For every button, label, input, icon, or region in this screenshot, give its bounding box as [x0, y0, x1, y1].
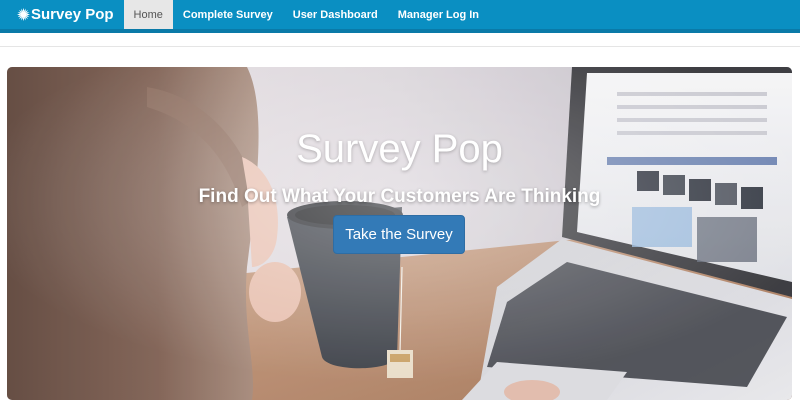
hero-jumbotron: Survey Pop Find Out What Your Customers … [7, 67, 792, 400]
take-survey-button[interactable]: Take the Survey [333, 215, 465, 254]
nav-item-complete-survey[interactable]: Complete Survey [173, 0, 283, 29]
navbar-bottom-border [0, 29, 800, 33]
nav-menu: Home Complete Survey User Dashboard Mana… [123, 0, 489, 29]
nav-item-manager-log-in[interactable]: Manager Log In [388, 0, 489, 29]
hero-subtitle: Find Out What Your Customers Are Thinkin… [198, 186, 601, 207]
top-navbar: Survey Pop Home Complete Survey User Das… [0, 0, 800, 29]
nav-item-user-dashboard[interactable]: User Dashboard [283, 0, 388, 29]
section-divider [0, 46, 800, 47]
hero-title: Survey Pop [296, 127, 503, 171]
brand-label: Survey Pop [31, 6, 114, 23]
nav-item-home[interactable]: Home [123, 0, 173, 29]
brand-link[interactable]: Survey Pop [0, 0, 124, 29]
sun-burst-icon [17, 8, 30, 21]
